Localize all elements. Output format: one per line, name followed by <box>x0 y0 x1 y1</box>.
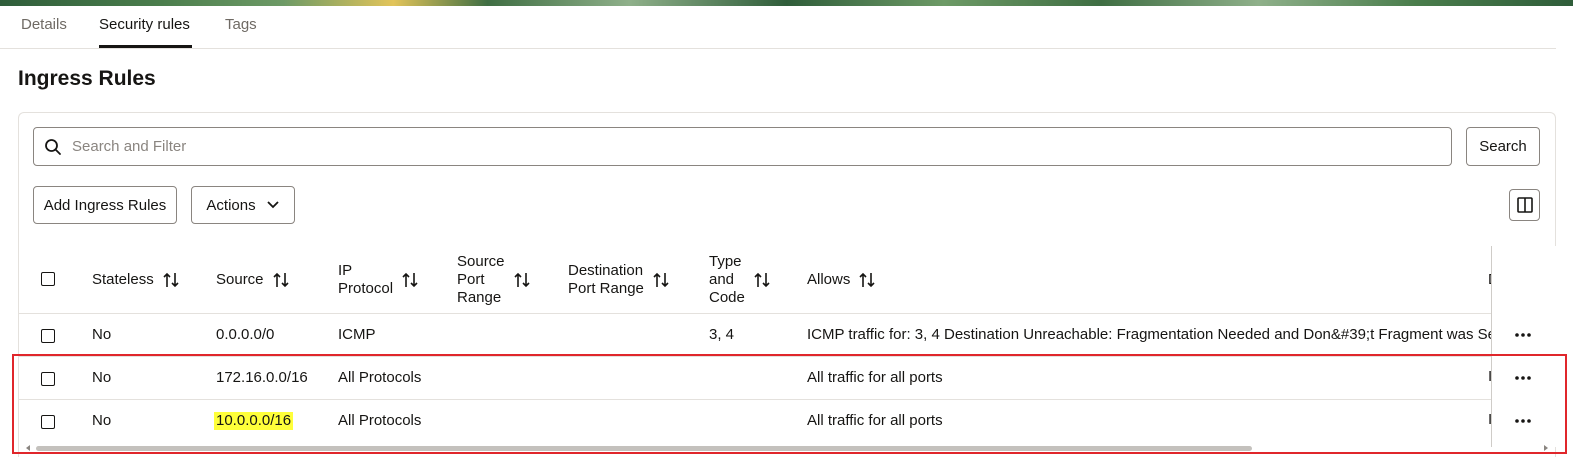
tab-tags[interactable]: Tags <box>225 6 257 48</box>
select-all-checkbox[interactable] <box>41 272 55 286</box>
source-cell-highlighted: 10.0.0.0/16 <box>214 412 294 430</box>
stateless-cell: No <box>92 369 112 386</box>
sort-arrows-icon <box>272 272 289 287</box>
allows-cell: All traffic for all ports <box>807 412 943 429</box>
column-label: Destination Port Range <box>568 261 644 297</box>
tab-bar: Details Security rules Tags <box>0 6 1556 49</box>
column-label: Allows <box>807 270 851 288</box>
column-header-source[interactable]: Source <box>216 246 289 313</box>
description-cell: I <box>1488 368 1491 385</box>
column-header-source-port-range[interactable]: Source Port Range <box>457 246 530 313</box>
more-horizontal-icon[interactable] <box>1513 411 1533 431</box>
tab-security-rules[interactable]: Security rules <box>99 6 192 48</box>
actions-label: Actions <box>206 196 256 214</box>
more-horizontal-icon[interactable] <box>1513 325 1533 345</box>
stateless-cell: No <box>92 326 112 343</box>
add-ingress-rules-button[interactable]: Add Ingress Rules <box>33 186 177 224</box>
sort-arrows-icon <box>402 272 418 287</box>
more-horizontal-icon[interactable] <box>1513 368 1533 388</box>
chevron-down-icon <box>266 201 279 209</box>
search-button[interactable]: Search <box>1466 127 1540 166</box>
stateless-cell: No <box>92 412 112 429</box>
search-field[interactable] <box>33 127 1452 166</box>
scroll-left-icon[interactable] <box>24 444 32 452</box>
source-cell: 172.16.0.0/16 <box>216 369 308 386</box>
table-row: No 172.16.0.0/16 All Protocols All traff… <box>18 356 1556 399</box>
sort-arrows-icon <box>754 272 770 287</box>
ip-protocol-cell: ICMP <box>338 326 376 343</box>
sort-arrows-icon <box>859 272 875 287</box>
sort-arrows-icon <box>653 272 669 287</box>
allows-cell: ICMP traffic for: 3, 4 Destination Unrea… <box>807 326 1501 343</box>
row-actions-column: I I <box>1488 246 1556 447</box>
ip-protocol-cell: All Protocols <box>338 369 422 386</box>
column-settings-button[interactable] <box>1509 189 1540 221</box>
column-header-destination-port-range[interactable]: Destination Port Range <box>568 246 669 313</box>
column-label: Source Port Range <box>457 252 505 306</box>
sort-arrows-icon <box>513 272 530 287</box>
type-and-code-cell: 3, 4 <box>709 326 735 343</box>
sort-arrows-icon <box>163 272 179 287</box>
columns-icon <box>1516 197 1533 213</box>
source-cell: 0.0.0.0/0 <box>216 326 275 343</box>
table-row: No 10.0.0.0/16 All Protocols All traffic… <box>18 399 1556 442</box>
actions-dropdown-button[interactable]: Actions <box>191 186 295 224</box>
column-header-stateless[interactable]: Stateless <box>92 246 179 313</box>
column-header-ip-protocol[interactable]: IP Protocol <box>338 246 418 313</box>
search-icon <box>45 139 61 155</box>
row-checkbox[interactable] <box>41 372 55 386</box>
search-input[interactable] <box>70 129 1440 164</box>
description-cell: I <box>1488 411 1491 428</box>
column-label: Source <box>216 270 264 288</box>
ip-protocol-cell: All Protocols <box>338 412 422 429</box>
tab-details[interactable]: Details <box>21 6 67 48</box>
horizontal-scrollbar[interactable] <box>18 443 1556 457</box>
scroll-right-icon[interactable] <box>1542 444 1550 452</box>
scrollbar-thumb[interactable] <box>36 446 1252 451</box>
ingress-rules-table: Stateless Source IP Protocol Source Port… <box>18 246 1556 457</box>
column-label: IP Protocol <box>338 261 394 297</box>
row-checkbox[interactable] <box>41 329 55 343</box>
table-row: No 0.0.0.0/0 ICMP 3, 4 ICMP traffic for:… <box>18 313 1556 356</box>
column-label: Type and Code <box>709 252 745 306</box>
column-header-allows[interactable]: Allows <box>807 246 875 313</box>
page-title: Ingress Rules <box>18 67 156 90</box>
column-header-type-and-code[interactable]: Type and Code <box>709 246 770 313</box>
allows-cell: All traffic for all ports <box>807 369 943 386</box>
row-checkbox[interactable] <box>41 415 55 429</box>
column-label: Stateless <box>92 270 154 288</box>
